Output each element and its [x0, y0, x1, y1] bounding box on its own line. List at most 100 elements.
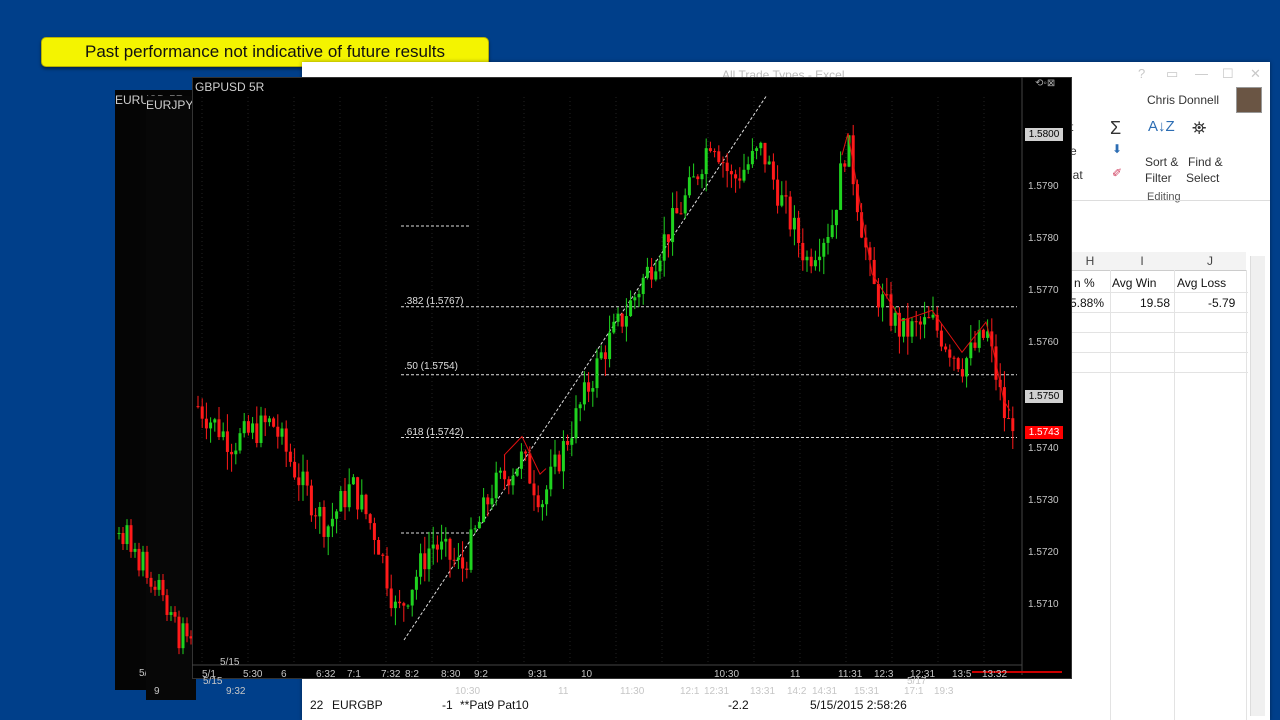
candle-body: [700, 174, 704, 180]
current-price-label: 1.5743: [1025, 426, 1063, 439]
candle-body: [263, 415, 267, 423]
sort-filter-label2[interactable]: Filter: [1145, 171, 1172, 185]
find-select-label[interactable]: Find &: [1188, 155, 1223, 169]
candle-body: [683, 195, 687, 214]
candle-body: [545, 489, 549, 505]
candle-body: [356, 477, 360, 510]
candle-body: [221, 431, 225, 438]
candle-body: [498, 470, 502, 473]
candle-body: [524, 451, 528, 454]
candle-body: [381, 554, 385, 556]
col-header-j[interactable]: J: [1174, 252, 1246, 271]
candle-body: [242, 421, 246, 434]
candle-body: [372, 523, 376, 540]
candle-body: [826, 236, 830, 243]
candle-body: [717, 151, 721, 163]
candle-body: [461, 557, 465, 569]
col-header-h[interactable]: H: [1070, 252, 1110, 271]
date-mark: 5/17: [907, 676, 927, 687]
find-icon[interactable]: ⛯: [1192, 118, 1206, 139]
cell-i-header[interactable]: Avg Win: [1112, 274, 1156, 292]
candle-body: [721, 162, 725, 164]
find-select-label2[interactable]: Select: [1186, 171, 1219, 185]
price-tick: 1.5710: [1028, 599, 1059, 610]
col-header-i[interactable]: I: [1110, 252, 1174, 271]
sort-filter-label[interactable]: Sort &: [1145, 155, 1178, 169]
minimize-icon[interactable]: —: [1195, 66, 1208, 81]
x-tick: 5:30: [243, 669, 263, 680]
x-tick: 7:1: [347, 669, 361, 680]
candle-body: [414, 576, 418, 590]
candle-body: [259, 415, 263, 443]
candle-body: [406, 605, 410, 607]
candle-body: [330, 518, 334, 527]
candle-body: [251, 423, 255, 433]
table-row[interactable]: 22 EURGBP -1 **Pat9 Pat10 -2.2 5/15/2015…: [302, 694, 1070, 720]
candle-body: [169, 612, 173, 615]
editing-group-label: Editing: [1147, 191, 1181, 203]
cell-h-value[interactable]: 5.88%: [1070, 294, 1104, 312]
candle-body: [507, 479, 511, 486]
maximize-icon[interactable]: ☐: [1222, 66, 1234, 82]
candle-body: [616, 313, 620, 322]
cell-j-value[interactable]: -5.79: [1208, 294, 1235, 312]
ribbon-display-icon[interactable]: ▭: [1166, 66, 1178, 82]
fib-level-50: .50 (1.5754): [404, 361, 458, 372]
grid-line: [1070, 312, 1248, 313]
candle-body: [165, 595, 169, 615]
cell-i-value[interactable]: 19.58: [1140, 294, 1170, 312]
candle-body: [834, 209, 838, 226]
candle-body: [813, 260, 817, 267]
row-pair: EURGBP: [332, 698, 383, 712]
candle-body: [746, 164, 750, 170]
candle-body: [960, 369, 964, 377]
candle-body: [805, 256, 809, 261]
candle-body: [389, 588, 393, 609]
candle-body: [318, 506, 322, 517]
candle-body: [255, 423, 259, 443]
x-tick: 10: [581, 669, 593, 680]
candle-body: [738, 178, 742, 181]
vertical-scrollbar[interactable]: [1250, 256, 1265, 716]
candle-body: [620, 313, 624, 327]
x-tick-lower: 14:31: [812, 686, 838, 697]
grid-line: [1070, 372, 1248, 373]
price-tick: 1.5780: [1028, 233, 1059, 244]
candle-body: [973, 342, 977, 348]
candle-body: [402, 603, 406, 606]
user-name[interactable]: Chris Donnell: [1147, 93, 1219, 107]
candle-body: [364, 494, 368, 515]
sort-filter-icon[interactable]: A↓Z: [1148, 118, 1175, 135]
candle-body: [603, 352, 607, 360]
price-chart[interactable]: [192, 77, 1070, 677]
help-icon[interactable]: ?: [1138, 66, 1145, 81]
candle-body: [679, 213, 683, 215]
candle-body: [351, 477, 355, 485]
candle-body: [784, 195, 788, 197]
user-avatar[interactable]: [1236, 87, 1262, 113]
x-tick: 6:32: [316, 669, 336, 680]
candle-body: [117, 533, 121, 535]
candle-body: [876, 284, 880, 308]
close-icon[interactable]: ✕: [1250, 66, 1261, 82]
price-tick: 1.5770: [1028, 285, 1059, 296]
clear-icon[interactable]: ✐: [1112, 166, 1122, 180]
candle-body: [145, 551, 149, 578]
candle-body: [238, 433, 242, 451]
candle-body: [477, 521, 481, 529]
cell-h-header[interactable]: n %: [1074, 274, 1095, 292]
cell-j-header[interactable]: Avg Loss: [1177, 274, 1226, 292]
candle-body: [185, 623, 189, 637]
x-tick: 9:2: [474, 669, 488, 680]
fill-icon[interactable]: ⬇: [1112, 142, 1122, 156]
autosum-icon[interactable]: Σ: [1110, 118, 1121, 139]
candle-body: [515, 468, 519, 476]
candle-body: [662, 234, 666, 261]
candle-body: [288, 451, 292, 462]
candle-body: [213, 419, 217, 423]
candle-body: [448, 538, 452, 560]
candle-body: [654, 271, 658, 280]
candle-body: [687, 177, 691, 196]
candle-body: [272, 418, 276, 427]
candle-body: [284, 428, 288, 452]
